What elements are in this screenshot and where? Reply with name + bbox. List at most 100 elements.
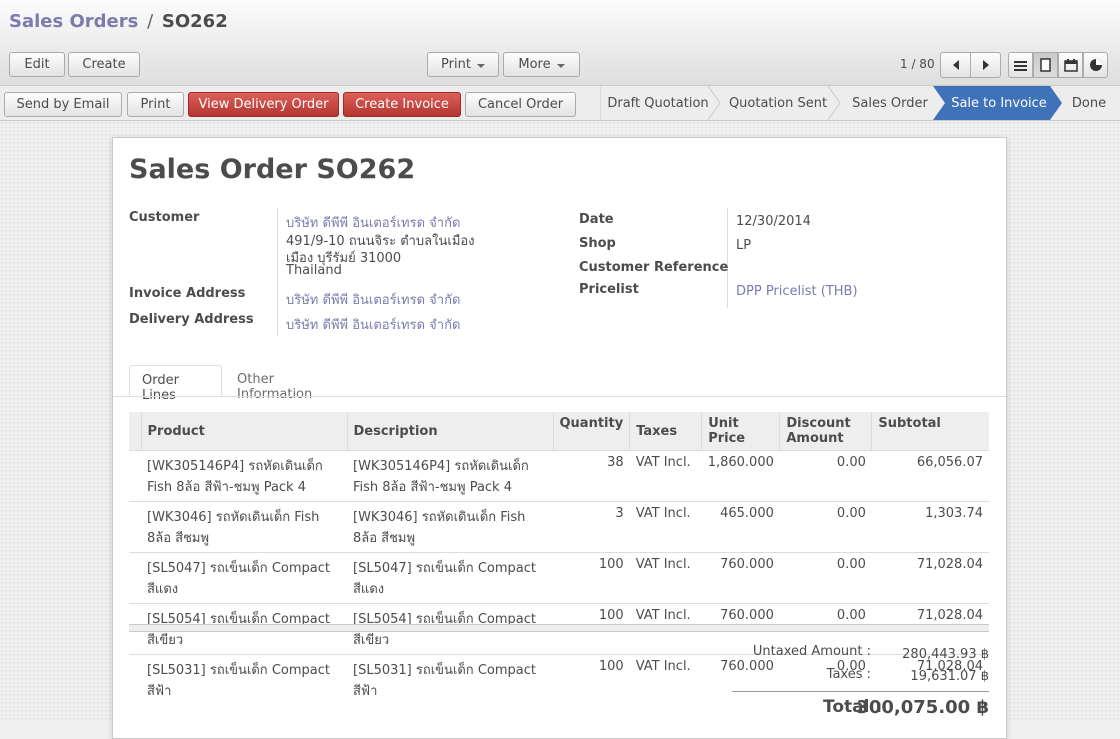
cell-taxes: VAT Incl. xyxy=(629,450,702,502)
stage-draft-quotation[interactable]: Draft Quotation xyxy=(606,89,710,117)
customer-reference-label: Customer Reference xyxy=(579,260,729,275)
row-handle xyxy=(129,450,141,502)
field-divider xyxy=(727,208,728,308)
form-header: Send by Email Print View Delivery Order … xyxy=(0,86,1120,121)
stage-done[interactable]: Done xyxy=(1066,89,1112,117)
row-handle xyxy=(129,654,141,705)
cell-discount: 0.00 xyxy=(779,501,872,553)
header-discount-line1: Discount xyxy=(786,416,851,431)
table-header-row: Product Description Quantity Taxes Unit … xyxy=(129,412,989,451)
cell-quantity: 100 xyxy=(553,654,630,705)
graph-view-icon xyxy=(1089,59,1102,71)
print-dropdown-label: Print xyxy=(441,57,471,72)
cell-description: [WK3046] รถหัดเดินเด็ก Fish 8ล้อ สีชมพู xyxy=(347,501,553,553)
cell-quantity: 38 xyxy=(553,450,630,502)
page-title: Sales Order SO262 xyxy=(129,154,415,185)
cell-taxes: VAT Incl. xyxy=(629,501,702,553)
stage-quotation-sent[interactable]: Quotation Sent xyxy=(724,89,832,117)
row-handle xyxy=(129,552,141,604)
untaxed-amount-label: Untaxed Amount : xyxy=(752,644,871,659)
header-discount-line2: Amount xyxy=(786,431,844,446)
stage-sale-to-invoice[interactable]: Sale to Invoice xyxy=(946,89,1052,117)
breadcrumb: Sales Orders / SO262 xyxy=(9,11,228,32)
list-view-icon xyxy=(1014,60,1027,71)
calendar-view-icon xyxy=(1063,58,1078,72)
cell-unit-price: 1,860.000 xyxy=(701,450,780,502)
breadcrumb-separator: / xyxy=(147,11,154,32)
cell-subtotal: 71,028.04 xyxy=(871,552,989,604)
pager-next-button[interactable] xyxy=(970,52,1001,78)
stage-sales-order[interactable]: Sales Order xyxy=(844,89,936,117)
order-number: SO262 xyxy=(316,154,416,185)
control-panel: Sales Orders / SO262 Edit Create Print M… xyxy=(0,0,1120,86)
total-value: 300,075.00 ฿ xyxy=(856,697,989,718)
header-product[interactable]: Product xyxy=(140,412,347,451)
pager-previous-button[interactable] xyxy=(940,52,971,78)
tab-order-lines[interactable]: Order Lines xyxy=(129,365,222,403)
print-button[interactable]: Print xyxy=(127,92,184,117)
cell-subtotal: 1,303.74 xyxy=(871,501,989,553)
header-taxes[interactable]: Taxes xyxy=(629,412,702,451)
pricelist-label: Pricelist xyxy=(579,282,639,297)
header-handle xyxy=(129,412,141,451)
graph-view-button[interactable] xyxy=(1083,52,1108,78)
header-subtotal[interactable]: Subtotal xyxy=(871,412,989,451)
cell-description: [WK305146P4] รถหัดเดินเด็ก Fish 8ล้อ สีฟ… xyxy=(347,450,553,502)
shop-value: LP xyxy=(736,238,752,253)
table-row[interactable]: [WK305146P4] รถหัดเดินเด็ก Fish 8ล้อ สีฟ… xyxy=(129,450,989,502)
form-view-button[interactable] xyxy=(1033,52,1058,78)
list-view-button[interactable] xyxy=(1008,52,1033,78)
breadcrumb-sales-orders[interactable]: Sales Orders xyxy=(9,11,138,32)
cancel-order-button[interactable]: Cancel Order xyxy=(465,92,576,117)
date-value: 12/30/2014 xyxy=(736,214,811,229)
cell-unit-price: 760.000 xyxy=(701,552,780,604)
edit-button[interactable]: Edit xyxy=(9,52,65,77)
row-handle xyxy=(129,501,141,553)
invoice-address-link[interactable]: บริษัท ดีพีพี อินเตอร์เทรด จำกัด xyxy=(286,289,460,310)
cell-product: [SL5047] รถเข็นเด็ก Compact สีแดง xyxy=(141,552,347,604)
view-delivery-order-button[interactable]: View Delivery Order xyxy=(188,92,339,117)
untaxed-amount-value: 280,443.93 ฿ xyxy=(902,647,989,662)
invoice-address-label: Invoice Address xyxy=(129,286,246,301)
table-row[interactable]: [SL5047] รถเข็นเด็ก Compact สีแดง [SL504… xyxy=(129,552,989,604)
create-invoice-button[interactable]: Create Invoice xyxy=(343,92,461,117)
pricelist-link[interactable]: DPP Pricelist (THB) xyxy=(736,284,858,299)
calendar-view-button[interactable] xyxy=(1058,52,1083,78)
cell-quantity: 3 xyxy=(553,501,630,553)
field-divider xyxy=(277,208,278,336)
cell-unit-price: 465.000 xyxy=(701,501,780,553)
total-divider xyxy=(732,691,989,692)
cell-description: [SL5031] รถเข็นเด็ก Compact สีฟ้า xyxy=(347,654,553,705)
cell-product: [WK305146P4] รถหัดเดินเด็ก Fish 8ล้อ สีฟ… xyxy=(141,450,347,502)
header-quantity[interactable]: Quantity xyxy=(552,412,630,451)
cell-discount: 0.00 xyxy=(779,552,872,604)
date-label: Date xyxy=(579,212,614,227)
header-description[interactable]: Description xyxy=(346,412,553,451)
pager-counter[interactable]: 1 / 80 xyxy=(900,57,935,71)
cell-discount: 0.00 xyxy=(779,450,872,502)
breadcrumb-current: SO262 xyxy=(161,11,228,32)
customer-label: Customer xyxy=(129,210,200,225)
header-discount-amount[interactable]: Discount Amount xyxy=(779,412,872,451)
delivery-address-link[interactable]: บริษัท ดีพีพี อินเตอร์เทรด จำกัด xyxy=(286,314,460,335)
title-prefix: Sales Order xyxy=(129,154,307,185)
next-icon xyxy=(982,60,989,70)
tabs-divider xyxy=(113,396,1006,397)
taxes-label: Taxes : xyxy=(826,667,871,682)
print-dropdown[interactable]: Print xyxy=(427,52,499,77)
header-unit-price[interactable]: Unit Price xyxy=(701,412,780,451)
more-dropdown[interactable]: More xyxy=(503,52,580,77)
send-by-email-button[interactable]: Send by Email xyxy=(4,92,122,117)
taxes-value: 19,631.07 ฿ xyxy=(910,669,989,684)
cell-quantity: 100 xyxy=(553,552,630,604)
caret-down-icon xyxy=(476,64,485,68)
table-row[interactable]: [WK3046] รถหัดเดินเด็ก Fish 8ล้อ สีชมพู … xyxy=(129,501,989,553)
caret-down-icon xyxy=(556,64,565,68)
form-view-icon xyxy=(1040,58,1051,72)
more-dropdown-label: More xyxy=(518,57,551,72)
status-bar: Draft Quotation Quotation Sent Sales Ord… xyxy=(600,86,1120,120)
create-button[interactable]: Create xyxy=(68,52,140,77)
tab-other-information[interactable]: Other Information xyxy=(225,365,355,402)
cell-taxes: VAT Incl. xyxy=(629,552,702,604)
cell-taxes: VAT Incl. xyxy=(629,654,702,705)
